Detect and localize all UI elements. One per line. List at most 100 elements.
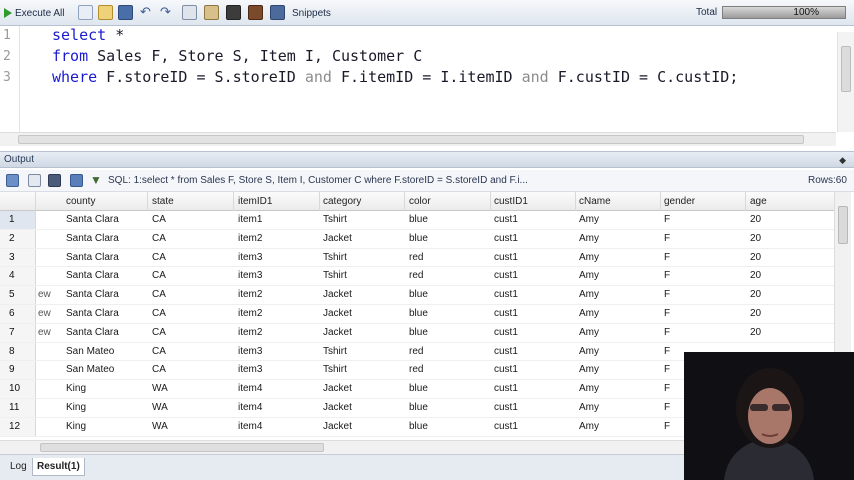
cell-category[interactable]: Jacket	[319, 305, 352, 323]
execute-all-button[interactable]: Execute All	[4, 5, 64, 21]
cell-cname[interactable]: Amy	[575, 380, 599, 398]
cell-color[interactable]: blue	[405, 380, 428, 398]
editor-vertical-scroll-thumb[interactable]	[841, 46, 851, 92]
cell-category[interactable]: Tshirt	[319, 343, 347, 361]
cell-gender[interactable]: F	[660, 211, 670, 229]
cell-gender[interactable]: F	[660, 380, 670, 398]
cell-cname[interactable]: Amy	[575, 211, 599, 229]
grid-view-icon[interactable]	[28, 174, 41, 187]
row-number[interactable]: 2	[0, 229, 36, 248]
cell-gender[interactable]: F	[660, 267, 670, 285]
export-icon[interactable]	[6, 174, 19, 187]
cell-gender[interactable]: F	[660, 305, 670, 323]
cell-cname[interactable]: Amy	[575, 399, 599, 417]
cell-custid1[interactable]: cust1	[490, 380, 518, 398]
cell-state[interactable]: CA	[148, 267, 166, 285]
cell-age[interactable]: 20	[746, 305, 761, 323]
cell-gender[interactable]: F	[660, 343, 670, 361]
column-header-itemid1[interactable]: itemID1	[234, 192, 320, 211]
sql-editor[interactable]: 1 2 3 select * from Sales F, Store S, It…	[0, 26, 854, 147]
cell-state[interactable]: CA	[148, 211, 166, 229]
cell-county[interactable]: San Mateo	[62, 343, 114, 361]
cell-cname[interactable]: Amy	[575, 343, 599, 361]
cell-color[interactable]: blue	[405, 324, 428, 342]
cell-cname[interactable]: Amy	[575, 324, 599, 342]
cell-color[interactable]: red	[405, 249, 423, 267]
cell-state[interactable]: WA	[148, 418, 168, 436]
cell-cname[interactable]: Amy	[575, 286, 599, 304]
cell-cname[interactable]: Amy	[575, 267, 599, 285]
cell-age[interactable]: 20	[746, 286, 761, 304]
editor-horizontal-scroll-thumb[interactable]	[18, 135, 804, 144]
cell-category[interactable]: Jacket	[319, 230, 352, 248]
cell-state[interactable]: CA	[148, 230, 166, 248]
cell-custid1[interactable]: cust1	[490, 324, 518, 342]
cell-color[interactable]: red	[405, 343, 423, 361]
table-row[interactable]: 2 Santa Clara CA item2 Jacket blue cust1 Amy F 20	[0, 229, 836, 249]
chart-icon[interactable]	[248, 5, 263, 20]
cell-color[interactable]: blue	[405, 286, 428, 304]
row-number[interactable]: 9	[0, 361, 36, 380]
cell-age[interactable]: 20	[746, 267, 761, 285]
cell-custid1[interactable]: cust1	[490, 267, 518, 285]
cell-county[interactable]: Santa Clara	[62, 324, 119, 342]
cell-color[interactable]: blue	[405, 230, 428, 248]
table-row[interactable]: 3 Santa Clara CA item3 Tshirt red cust1 Amy F 20	[0, 248, 836, 268]
row-number[interactable]: 3	[0, 248, 36, 267]
column-header-custid1[interactable]: custID1	[490, 192, 576, 211]
cell-custid1[interactable]: cust1	[490, 249, 518, 267]
cell-state[interactable]: CA	[148, 343, 166, 361]
cell-custid1[interactable]: cust1	[490, 343, 518, 361]
cell-category[interactable]: Jacket	[319, 399, 352, 417]
cell-age[interactable]: 20	[746, 249, 761, 267]
cell-county[interactable]: Santa Clara	[62, 211, 119, 229]
cell-cname[interactable]: Amy	[575, 361, 599, 379]
paste-icon[interactable]	[204, 5, 219, 20]
cell-county[interactable]: Santa Clara	[62, 267, 119, 285]
cell-color[interactable]: red	[405, 267, 423, 285]
cell-category[interactable]: Tshirt	[319, 361, 347, 379]
column-header-category[interactable]: category	[319, 192, 405, 211]
pin-icon[interactable]: ◆	[839, 155, 846, 166]
editor-vertical-scrollbar[interactable]	[837, 32, 854, 132]
cell-itemid1[interactable]: item2	[234, 230, 262, 248]
cell-itemid1[interactable]: item4	[234, 380, 262, 398]
table-row[interactable]: 5 ew Santa Clara CA item2 Jacket blue cust1 Amy F…	[0, 286, 836, 305]
cell-county[interactable]: King	[62, 399, 86, 417]
cell-county[interactable]: Santa Clara	[62, 286, 119, 304]
row-number[interactable]: 1	[0, 211, 36, 229]
save-icon[interactable]	[118, 5, 133, 20]
cell-category[interactable]: Jacket	[319, 380, 352, 398]
row-number[interactable]: 5	[0, 286, 36, 304]
table-row[interactable]: 6 ew Santa Clara CA item2 Jacket blue cust1 Amy F…	[0, 305, 836, 324]
cell-color[interactable]: blue	[405, 418, 428, 436]
cell-category[interactable]: Tshirt	[319, 249, 347, 267]
row-number[interactable]: 10	[0, 380, 36, 398]
cell-custid1[interactable]: cust1	[490, 211, 518, 229]
cell-custid1[interactable]: cust1	[490, 230, 518, 248]
cell-county[interactable]: Santa Clara	[62, 305, 119, 323]
cell-category[interactable]: Jacket	[319, 286, 352, 304]
format-icon[interactable]	[270, 5, 285, 20]
cell-custid1[interactable]: cust1	[490, 399, 518, 417]
cell-custid1[interactable]: cust1	[490, 286, 518, 304]
new-file-icon[interactable]	[78, 5, 93, 20]
column-header-age[interactable]: age	[746, 192, 836, 211]
highlight-icon[interactable]	[226, 5, 241, 20]
column-header-color[interactable]: color	[405, 192, 491, 211]
cell-itemid1[interactable]: item3	[234, 249, 262, 267]
snippets-button[interactable]: Snippets	[292, 5, 331, 21]
cell-gender[interactable]: F	[660, 249, 670, 267]
cell-custid1[interactable]: cust1	[490, 305, 518, 323]
column-header-state[interactable]: state	[148, 192, 234, 211]
cell-state[interactable]: WA	[148, 380, 168, 398]
cell-itemid1[interactable]: item2	[234, 286, 262, 304]
open-folder-icon[interactable]	[98, 5, 113, 20]
cell-state[interactable]: WA	[148, 399, 168, 417]
cell-color[interactable]: red	[405, 361, 423, 379]
cell-state[interactable]: CA	[148, 305, 166, 323]
cell-cname[interactable]: Amy	[575, 418, 599, 436]
cell-state[interactable]: CA	[148, 249, 166, 267]
column-header-gender[interactable]: gender	[660, 192, 746, 211]
row-number[interactable]: 8	[0, 342, 36, 361]
